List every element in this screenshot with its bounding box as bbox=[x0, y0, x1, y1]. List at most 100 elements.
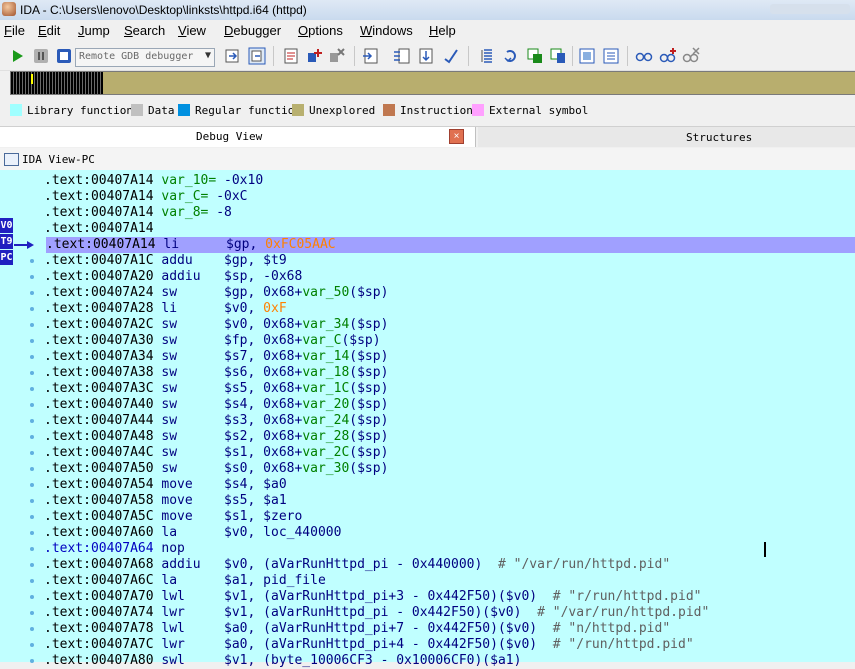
code-line[interactable]: .text:00407A20 addiu $sp, -0x68 bbox=[44, 269, 855, 285]
watch-icon[interactable] bbox=[578, 47, 596, 65]
play-icon[interactable] bbox=[8, 47, 26, 65]
register-tag-pc[interactable]: PC bbox=[0, 250, 13, 265]
menu-file[interactable]: File bbox=[4, 23, 25, 38]
breakpoint-slot[interactable] bbox=[30, 627, 34, 631]
breakpoint-slot[interactable] bbox=[30, 451, 34, 455]
pause-icon[interactable] bbox=[32, 47, 50, 65]
modules-icon[interactable] bbox=[549, 47, 567, 65]
glasses-add-icon[interactable] bbox=[659, 47, 677, 65]
menu-help[interactable]: Help bbox=[429, 23, 456, 38]
window-controls[interactable] bbox=[770, 4, 850, 14]
line-address: .text:00407A70 bbox=[44, 589, 154, 604]
code-line[interactable]: .text:00407A58 move $s5, $a1 bbox=[44, 493, 855, 509]
breakpoint-add-icon[interactable] bbox=[305, 47, 323, 65]
breakpoint-slot[interactable] bbox=[30, 579, 34, 583]
code-line[interactable]: .text:00407A68 addiu $v0, (aVarRunHttpd_… bbox=[44, 557, 855, 573]
breakpoint-slot[interactable] bbox=[30, 643, 34, 647]
run-to-cursor-icon[interactable] bbox=[417, 47, 435, 65]
breakpoint-slot[interactable] bbox=[30, 547, 34, 551]
process-icon[interactable] bbox=[282, 47, 300, 65]
code-line[interactable]: .text:00407A40 sw $s4, 0x68+var_20($sp) bbox=[44, 397, 855, 413]
code-line[interactable]: .text:00407A14 bbox=[44, 221, 855, 237]
breakpoint-slot[interactable] bbox=[30, 595, 34, 599]
register-tag-v0[interactable]: V0 bbox=[0, 218, 13, 233]
attach-icon[interactable] bbox=[224, 47, 242, 65]
menu-search[interactable]: Search bbox=[124, 23, 165, 38]
breakpoint-slot[interactable] bbox=[30, 611, 34, 615]
code-line[interactable]: .text:00407A34 sw $s7, 0x68+var_14($sp) bbox=[44, 349, 855, 365]
breakpoint-slot[interactable] bbox=[30, 435, 34, 439]
close-icon[interactable]: × bbox=[449, 129, 464, 144]
breakpoint-slot[interactable] bbox=[30, 275, 34, 279]
trace-icon[interactable] bbox=[479, 47, 497, 65]
breakpoints-icon[interactable] bbox=[602, 47, 620, 65]
breakpoint-slot[interactable] bbox=[30, 515, 34, 519]
breakpoint-slot[interactable] bbox=[30, 259, 34, 263]
breakpoint-slot[interactable] bbox=[30, 291, 34, 295]
code-line[interactable]: .text:00407A64 nop bbox=[44, 541, 855, 557]
breakpoint-slot[interactable] bbox=[30, 419, 34, 423]
code-line[interactable]: .text:00407A2C sw $v0, 0x68+var_34($sp) bbox=[44, 317, 855, 333]
menu-view[interactable]: View bbox=[178, 23, 206, 38]
code-line[interactable]: .text:00407A4C sw $s1, 0x68+var_2C($sp) bbox=[44, 445, 855, 461]
code-line[interactable]: .text:00407A38 sw $s6, 0x68+var_18($sp) bbox=[44, 365, 855, 381]
menu-options[interactable]: Options bbox=[298, 23, 343, 38]
breakpoint-slot[interactable] bbox=[30, 483, 34, 487]
code-line[interactable]: .text:00407A50 sw $s0, 0x68+var_30($sp) bbox=[44, 461, 855, 477]
glasses-icon[interactable] bbox=[635, 47, 653, 65]
step-over-icon[interactable] bbox=[393, 47, 411, 65]
code-line[interactable]: .text:00407A44 sw $s3, 0x68+var_24($sp) bbox=[44, 413, 855, 429]
tab-debug-view[interactable]: Debug View × bbox=[0, 127, 476, 147]
breakpoint-slot[interactable] bbox=[30, 323, 34, 327]
current-instruction-line[interactable]: .text:00407A14 li $gp, 0xFC05AAC bbox=[46, 237, 855, 253]
line-address: .text:00407A28 bbox=[44, 301, 154, 316]
code-line[interactable]: .text:00407A60 la $v0, loc_440000 bbox=[44, 525, 855, 541]
breakpoint-slot[interactable] bbox=[30, 659, 34, 663]
code-line[interactable]: .text:00407A48 sw $s2, 0x68+var_28($sp) bbox=[44, 429, 855, 445]
breakpoint-slot[interactable] bbox=[30, 387, 34, 391]
breakpoint-slot[interactable] bbox=[30, 307, 34, 311]
disassembly-listing[interactable]: V0 T9 PC .text:00407A14 var_10= -0x10 .text… bbox=[0, 170, 855, 668]
breakpoint-slot[interactable] bbox=[30, 531, 34, 535]
code-line[interactable]: .text:00407A30 sw $fp, 0x68+var_C($sp) bbox=[44, 333, 855, 349]
code-line[interactable]: .text:00407A6C la $a1, pid_file bbox=[44, 573, 855, 589]
code-line[interactable]: .text:00407A14 var_C= -0xC bbox=[44, 189, 855, 205]
code-line[interactable]: .text:00407A70 lwl $v1, (aVarRunHttpd_pi… bbox=[44, 589, 855, 605]
code-line[interactable]: .text:00407A1C addu $gp, $t9 bbox=[44, 253, 855, 269]
menu-edit[interactable]: Edit bbox=[38, 23, 60, 38]
code-line[interactable]: .text:00407A24 sw $gp, 0x68+var_50($sp) bbox=[44, 285, 855, 301]
code-line[interactable]: .text:00407A28 li $v0, 0xF bbox=[44, 301, 855, 317]
debugger-select[interactable]: Remote GDB debugger ▼ bbox=[75, 48, 215, 67]
breakpoint-slot[interactable] bbox=[30, 339, 34, 343]
threads-icon[interactable] bbox=[526, 47, 544, 65]
stack-icon[interactable] bbox=[503, 47, 521, 65]
step-into-icon[interactable] bbox=[362, 47, 380, 65]
code-line[interactable]: .text:00407A3C sw $s5, 0x68+var_1C($sp) bbox=[44, 381, 855, 397]
breakpoint-del-icon[interactable] bbox=[328, 47, 346, 65]
code-line[interactable]: .text:00407A80 swl $v1, (byte_10006CF3 -… bbox=[44, 653, 855, 669]
step-out-icon[interactable] bbox=[441, 47, 459, 65]
code-line[interactable]: .text:00407A14 var_8= -8 bbox=[44, 205, 855, 221]
detach-icon[interactable] bbox=[248, 47, 266, 65]
breakpoint-slot[interactable] bbox=[30, 563, 34, 567]
code-line[interactable]: .text:00407A74 lwr $v1, (aVarRunHttpd_pi… bbox=[44, 605, 855, 621]
navigation-band[interactable] bbox=[10, 71, 855, 95]
code-line[interactable]: .text:00407A5C move $s1, $zero bbox=[44, 509, 855, 525]
register-tag-t9[interactable]: T9 bbox=[0, 234, 13, 249]
stop-icon[interactable] bbox=[55, 47, 73, 65]
stack-var-ref: var_28 bbox=[302, 429, 350, 444]
code-line[interactable]: .text:00407A78 lwl $a0, (aVarRunHttpd_pi… bbox=[44, 621, 855, 637]
breakpoint-slot[interactable] bbox=[30, 499, 34, 503]
glasses-remove-icon[interactable] bbox=[682, 47, 700, 65]
menu-debugger[interactable]: Debugger bbox=[224, 23, 281, 38]
breakpoint-slot[interactable] bbox=[30, 371, 34, 375]
breakpoint-slot[interactable] bbox=[30, 403, 34, 407]
code-line[interactable]: .text:00407A7C lwr $a0, (aVarRunHttpd_pi… bbox=[44, 637, 855, 653]
breakpoint-slot[interactable] bbox=[30, 355, 34, 359]
code-line[interactable]: .text:00407A14 var_10= -0x10 bbox=[44, 173, 855, 189]
menu-windows[interactable]: Windows bbox=[360, 23, 413, 38]
tab-structures[interactable]: Structures bbox=[478, 127, 855, 147]
menu-jump[interactable]: Jump bbox=[78, 23, 110, 38]
breakpoint-slot[interactable] bbox=[30, 467, 34, 471]
code-line[interactable]: .text:00407A54 move $s4, $a0 bbox=[44, 477, 855, 493]
